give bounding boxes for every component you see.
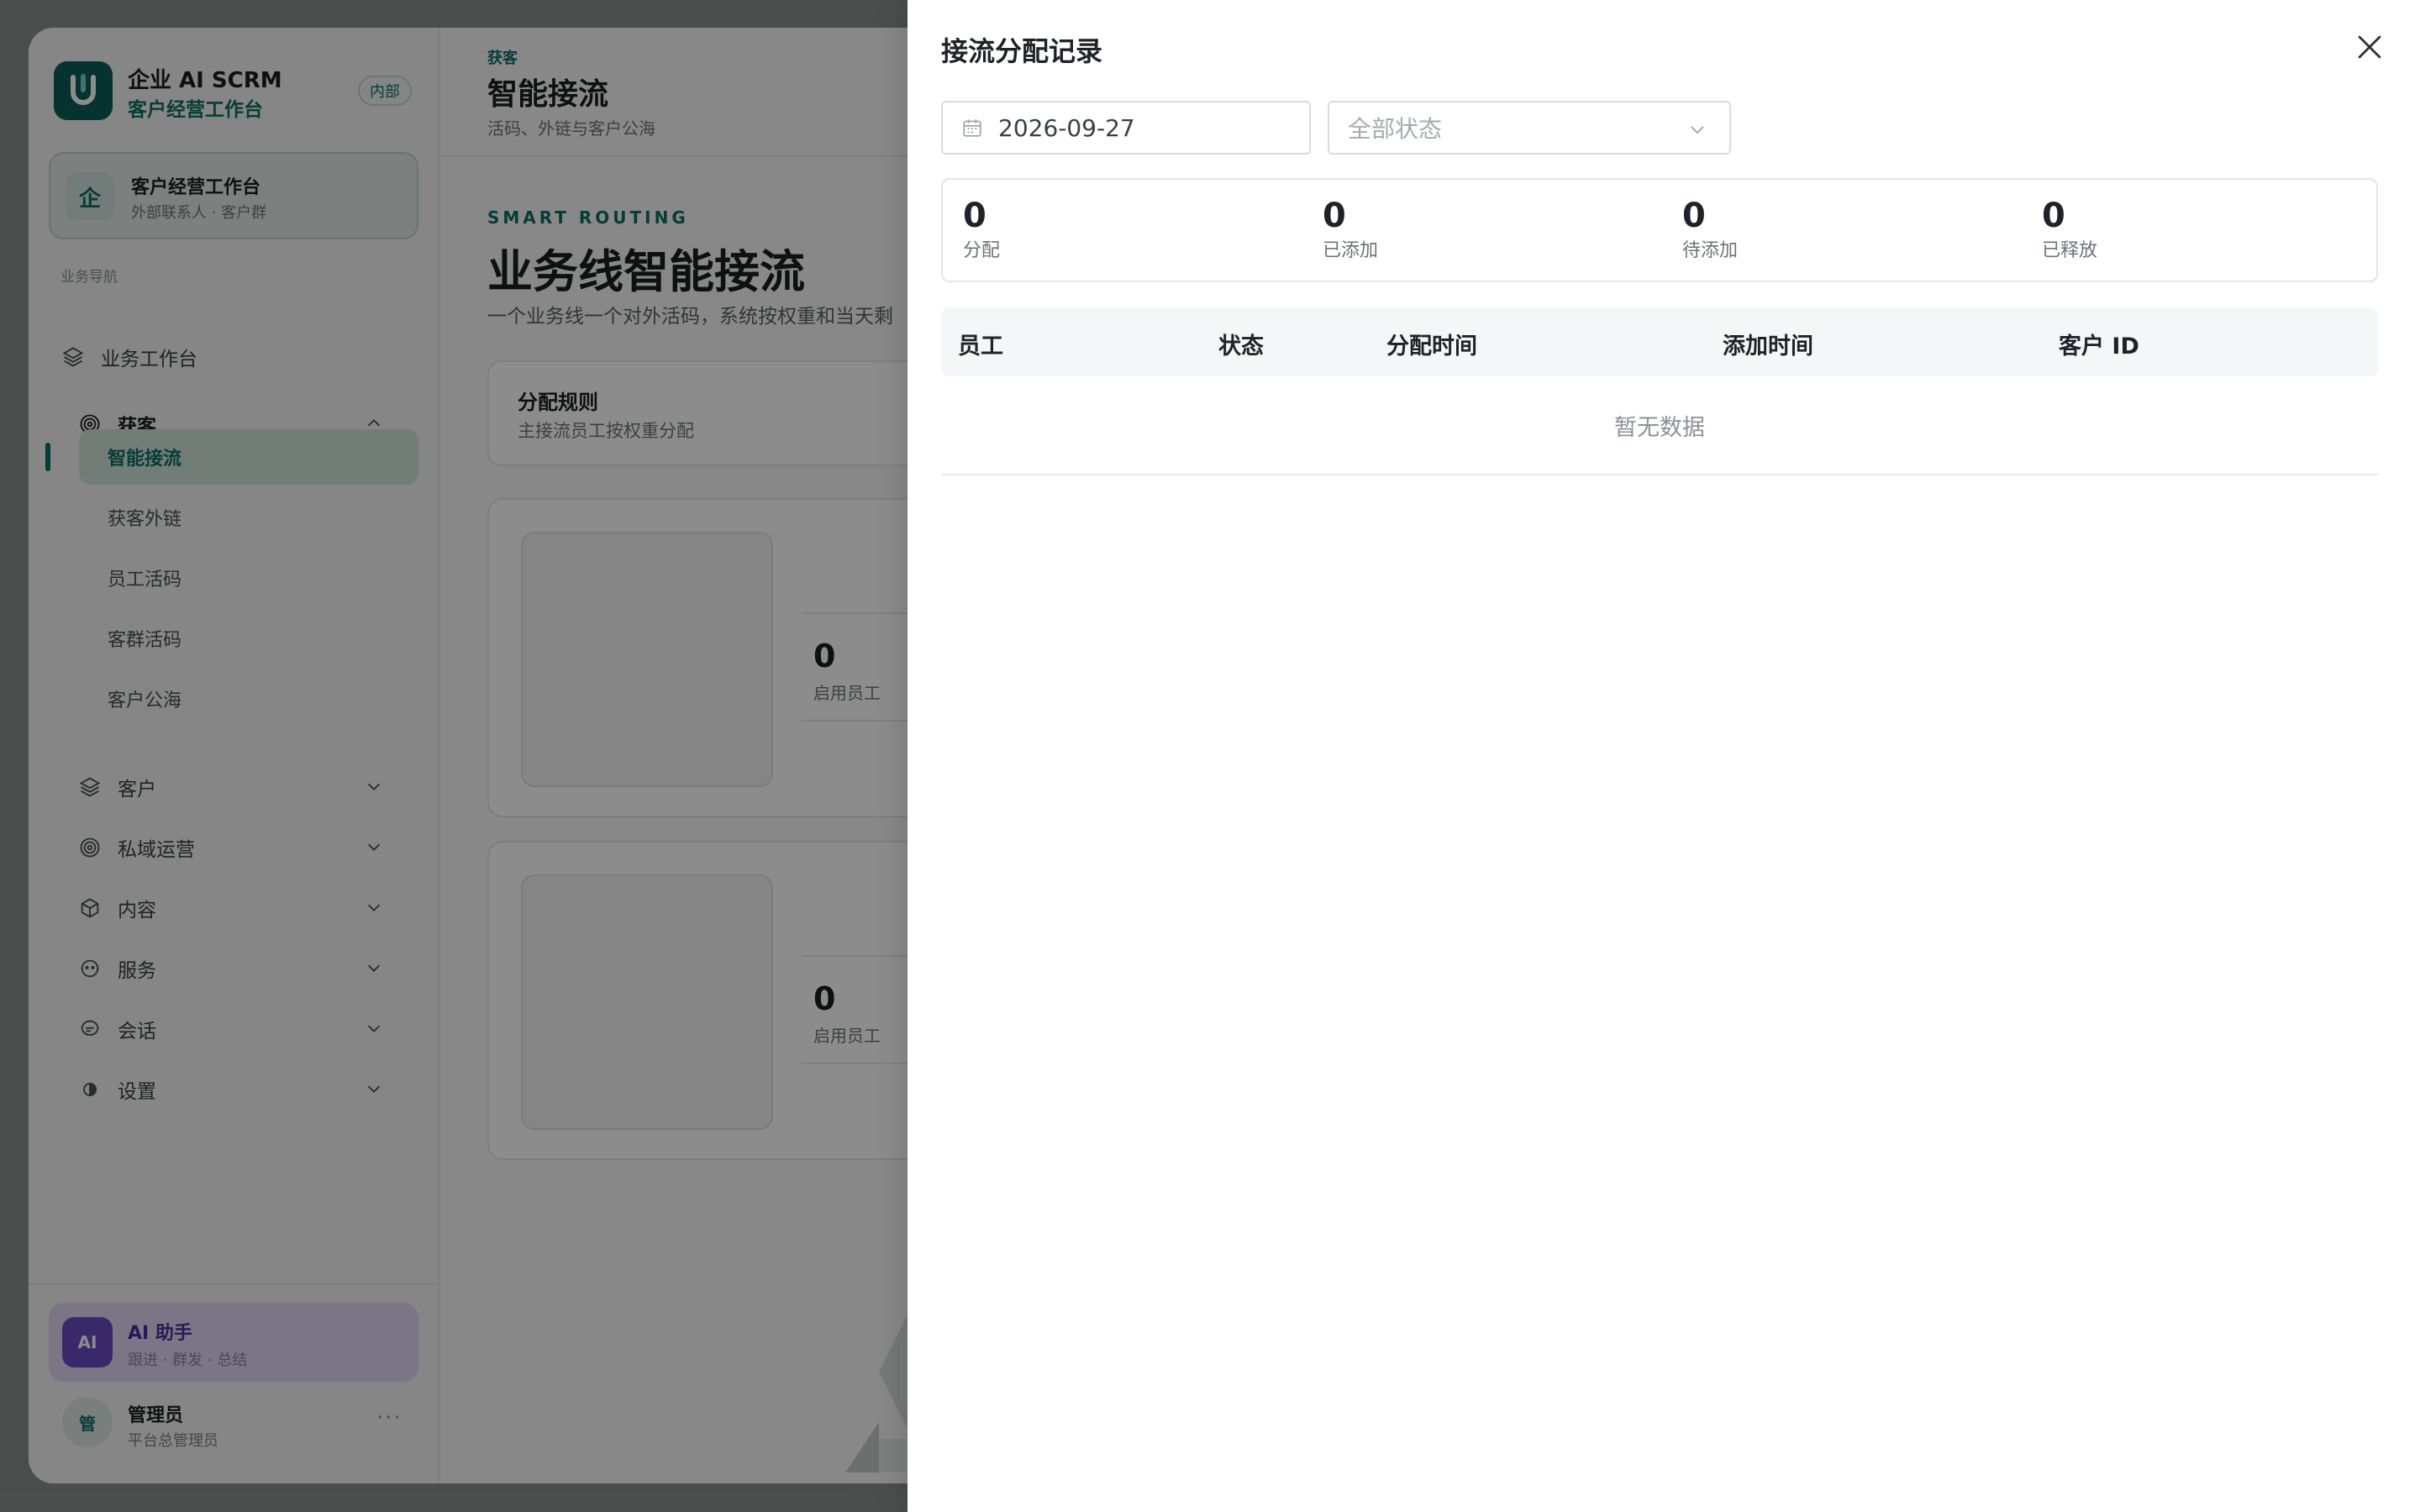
stat-pending: 0 待添加 — [1682, 197, 2018, 262]
stat-label: 待添加 — [1682, 240, 1739, 261]
column-header-staff[interactable]: 员工 — [958, 328, 1003, 360]
column-header-customer-id[interactable]: 客户 ID — [2059, 328, 2139, 360]
column-header-status[interactable]: 状态 — [1218, 328, 1264, 360]
table-header: 员工 状态 分配时间 添加时间 客户 ID — [941, 307, 2378, 376]
routing-records-drawer: 接流分配记录 2026-09-27 全部状态 0 分配 0 已添加 0 待添加 … — [908, 0, 2420, 1512]
stat-value: 0 — [1682, 197, 1706, 235]
status-placeholder: 全部状态 — [1348, 115, 1443, 143]
stat-label: 已释放 — [2042, 240, 2098, 261]
stats-summary: 0 分配 0 已添加 0 待添加 0 已释放 — [941, 178, 2378, 282]
stat-assigned: 0 分配 — [963, 197, 1299, 262]
stat-added: 0 已添加 — [1323, 197, 1659, 262]
close-icon[interactable] — [2354, 32, 2385, 62]
status-select[interactable]: 全部状态 — [1328, 101, 1731, 155]
drawer-title: 接流分配记录 — [941, 35, 1103, 67]
column-header-assign-time[interactable]: 分配时间 — [1386, 328, 1477, 360]
stat-value: 0 — [1323, 197, 1346, 235]
date-value: 2026-09-27 — [998, 113, 1135, 142]
stat-label: 分配 — [963, 240, 1001, 261]
stat-released: 0 已释放 — [2042, 197, 2378, 262]
chevron-down-icon — [1691, 126, 1704, 134]
stat-value: 0 — [2042, 197, 2065, 235]
column-header-add-time[interactable]: 添加时间 — [1723, 328, 1813, 360]
table-empty-state: 暂无数据 — [941, 376, 2378, 475]
calendar-icon — [963, 119, 981, 137]
stat-label: 已添加 — [1323, 240, 1379, 261]
stat-value: 0 — [963, 197, 986, 235]
date-picker[interactable]: 2026-09-27 — [941, 101, 1311, 155]
